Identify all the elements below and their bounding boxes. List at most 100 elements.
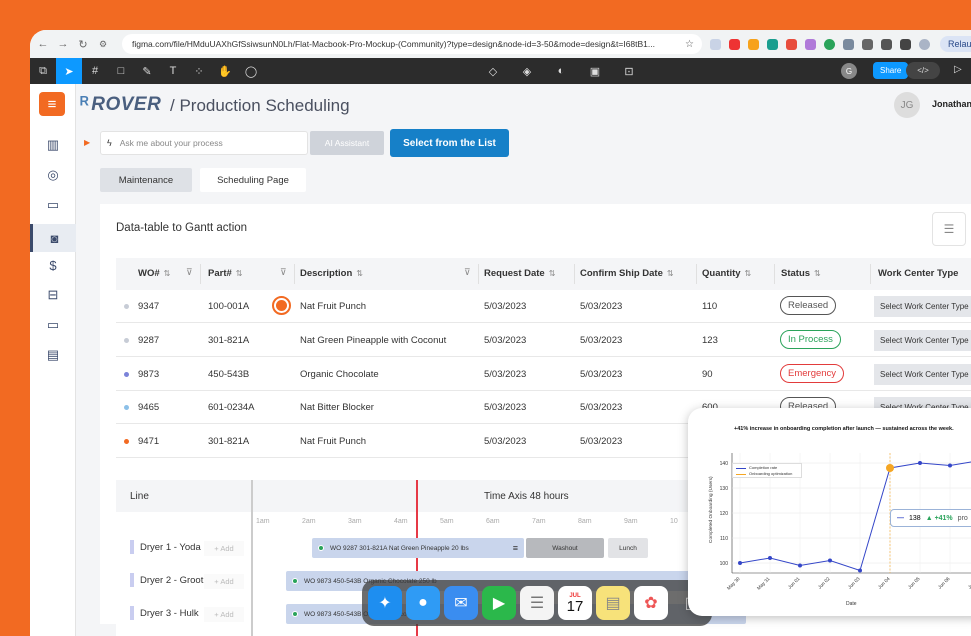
mask-icon[interactable]: ◐	[548, 58, 574, 84]
folder-icon[interactable]: ▭	[44, 196, 62, 214]
hand-tool-icon[interactable]: ✋	[212, 58, 238, 84]
reminders-icon[interactable]: ☰	[520, 586, 554, 620]
share-button[interactable]: Share	[873, 62, 909, 79]
frame-tool-icon[interactable]: #	[82, 58, 108, 84]
puzzle-icon[interactable]	[862, 38, 873, 50]
hamburger-menu-icon[interactable]: ≡	[39, 92, 65, 116]
back-icon[interactable]: ←	[36, 38, 50, 50]
drag-handle-icon[interactable]	[272, 296, 291, 315]
shape-tool-icon[interactable]: □	[108, 58, 134, 84]
extension-icon[interactable]	[710, 38, 721, 50]
work-center-select[interactable]: Select Work Center Type	[874, 330, 971, 351]
extension-icon[interactable]	[767, 38, 778, 50]
grammarly-icon[interactable]	[824, 38, 835, 50]
figma-menu-icon[interactable]: ⧉	[30, 58, 56, 84]
cell-request-date: 5/03/2023	[484, 436, 527, 447]
cell-request-date: 5/03/2023	[484, 335, 527, 346]
messages-icon[interactable]: ●	[406, 586, 440, 620]
pen-tool-icon[interactable]: ✎	[134, 58, 160, 84]
tab-maintenance[interactable]: Maintenance	[100, 168, 192, 192]
filter-icon[interactable]: ⊽	[464, 267, 471, 278]
mail-icon[interactable]: ✉	[444, 586, 478, 620]
folder-icon[interactable]: ▭	[44, 316, 62, 334]
add-task-button[interactable]: + Add	[204, 607, 244, 622]
map-icon[interactable]: ▤	[44, 346, 62, 364]
address-bar[interactable]: figma.com/file/HMduUAXhGfSsiwsunN0Lh/Fla…	[122, 34, 702, 54]
extension-icon[interactable]	[805, 38, 816, 50]
browser-toolbar: ← → ↻ ⚙ figma.com/file/HMduUAXhGfSsiwsun…	[30, 30, 971, 58]
camera-icon[interactable]: ◙	[30, 224, 76, 252]
list-view-icon[interactable]: ☰	[932, 212, 966, 246]
add-task-button[interactable]: + Add	[204, 574, 244, 589]
work-center-select[interactable]: Select Work Center Type	[874, 296, 971, 317]
col-header-request-date[interactable]: Request Date ⇅	[484, 268, 555, 279]
col-header-quantity[interactable]: Quantity ⇅	[702, 268, 751, 279]
sidebar-toggle-icon[interactable]	[900, 38, 911, 50]
text-tool-icon[interactable]: T	[160, 58, 186, 84]
toolbox-icon[interactable]: ⊟	[44, 286, 62, 304]
forward-icon[interactable]: →	[56, 38, 70, 50]
filter-icon[interactable]: ⊽	[280, 267, 287, 278]
cell-part: 301-821A	[208, 335, 250, 346]
relaunch-button[interactable]: Relaun	[940, 36, 971, 52]
extension-icon[interactable]	[748, 38, 759, 50]
safari-icon[interactable]: ✦	[368, 586, 402, 620]
photos-icon[interactable]: ✿	[634, 586, 668, 620]
ask-input[interactable]: ϟ Ask me about your process	[100, 131, 308, 155]
hour-label: 3am	[348, 518, 362, 525]
task-menu-icon[interactable]: ≡	[513, 543, 518, 553]
download-icon[interactable]	[881, 38, 892, 50]
extension-badge-icon[interactable]	[729, 38, 740, 50]
profile-icon[interactable]	[919, 38, 930, 50]
cell-confirm-ship-date: 5/03/2023	[580, 402, 623, 413]
collaborator-avatar[interactable]: G	[841, 63, 857, 79]
boolean-icon[interactable]: ▣	[582, 58, 608, 84]
add-task-button[interactable]: + Add	[204, 541, 244, 556]
cell-request-date: 5/03/2023	[484, 301, 527, 312]
chat-search-icon[interactable]: ◎	[44, 166, 62, 184]
dev-mode-toggle[interactable]: </>	[906, 62, 940, 79]
table-row[interactable]: 9287 301-821A Nat Green Pineapple with Coc…	[116, 324, 971, 357]
col-header-confirm-ship-date[interactable]: Confirm Ship Date ⇅	[580, 268, 674, 279]
hour-label: 2am	[302, 518, 316, 525]
work-center-select[interactable]: Select Work Center Type	[874, 364, 971, 385]
select-from-list-button[interactable]: Select from the List	[390, 129, 509, 157]
tab-scheduling-page[interactable]: Scheduling Page	[200, 168, 306, 192]
bar-chart-icon[interactable]: ▥	[44, 136, 62, 154]
ask-placeholder: Ask me about your process	[119, 138, 223, 148]
status-badge: In Process	[780, 330, 841, 349]
gantt-task[interactable]: WO 9287 301-821A Nat Green Pineapple 20 …	[312, 538, 524, 558]
cell-quantity: 110	[702, 301, 718, 312]
table-row[interactable]: 9347 100-001A Nat Fruit Punch 5/03/2023 5/03…	[116, 290, 971, 323]
col-header-wo[interactable]: WO# ⇅	[138, 268, 170, 279]
bookmark-star-icon[interactable]: ☆	[685, 39, 694, 50]
table-header: WO# ⇅ ⊽ Part# ⇅ ⊽ Description ⇅ ⊽ Request D…	[116, 258, 971, 290]
comment-tool-icon[interactable]: ◯	[238, 58, 264, 84]
calendar-icon[interactable]: JUL 17	[558, 586, 592, 620]
gantt-washout-block[interactable]: Washout	[526, 538, 604, 558]
present-icon[interactable]: ▷	[954, 64, 962, 75]
user-avatar[interactable]: JG	[894, 92, 920, 118]
extension-icon[interactable]	[843, 38, 854, 50]
crop-icon[interactable]: ⊡	[616, 58, 642, 84]
col-header-description[interactable]: Description ⇅	[300, 268, 363, 279]
expand-arrow-icon[interactable]: ▶	[84, 138, 90, 147]
col-header-status[interactable]: Status ⇅	[781, 268, 821, 279]
col-header-work-center-type[interactable]: Work Center Type	[878, 268, 958, 279]
user-name[interactable]: Jonathan	[932, 99, 971, 109]
facetime-icon[interactable]: ▶	[482, 586, 516, 620]
resources-tool-icon[interactable]: ⁘	[186, 58, 212, 84]
filter-icon[interactable]: ⊽	[186, 267, 193, 278]
notes-icon[interactable]: ▤	[596, 586, 630, 620]
dollar-icon[interactable]: $	[44, 256, 62, 274]
gantt-lunch-block[interactable]: Lunch	[608, 538, 648, 558]
site-settings-icon[interactable]: ⚙	[96, 39, 110, 50]
move-tool-icon[interactable]: ➤	[56, 58, 82, 84]
reload-icon[interactable]: ↻	[76, 38, 90, 51]
code-extension-icon[interactable]	[786, 38, 797, 50]
ai-assistant-button[interactable]: AI Assistant	[310, 131, 384, 155]
col-header-part[interactable]: Part# ⇅	[208, 268, 242, 279]
edit-object-icon[interactable]: ◇	[480, 58, 506, 84]
table-row[interactable]: 9873 450-543B Organic Chocolate 5/03/2023 5/…	[116, 358, 971, 391]
component-icon[interactable]: ◈	[514, 58, 540, 84]
